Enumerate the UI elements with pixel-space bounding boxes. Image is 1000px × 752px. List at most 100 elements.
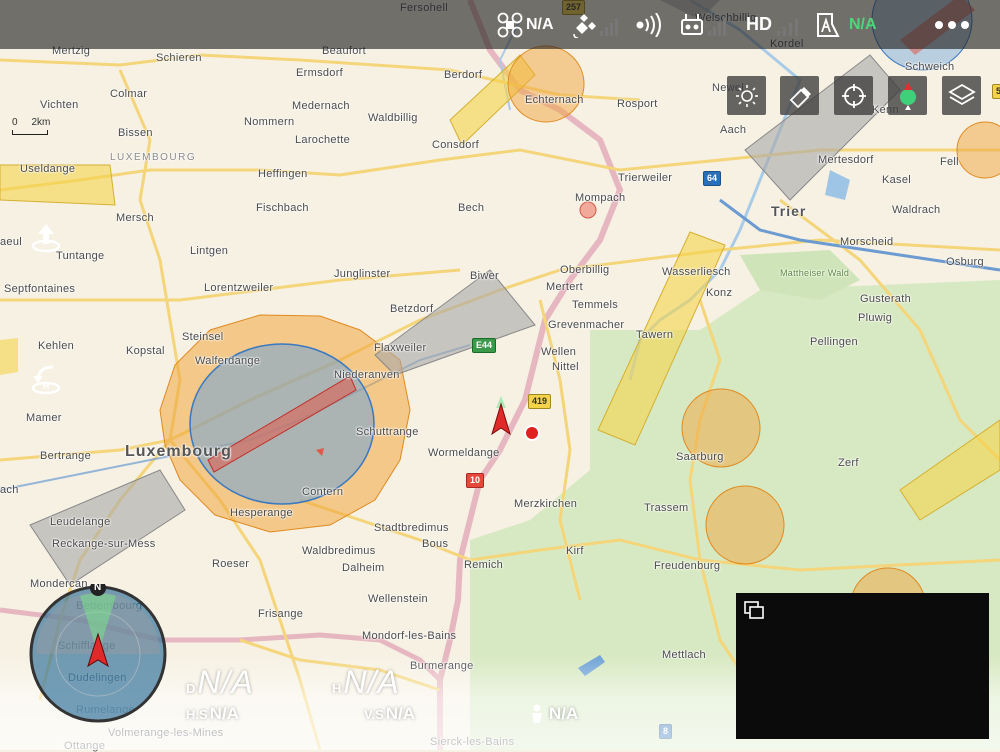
map-place-label: Hesperange (230, 507, 293, 519)
height-label: H (332, 681, 342, 696)
svg-text:H: H (43, 381, 50, 391)
map-place-label: Flaxweiler (374, 342, 427, 354)
map-place-label: ach (0, 484, 19, 496)
switch-view-icon[interactable] (744, 601, 766, 621)
return-home-icon: H (31, 365, 61, 395)
map-place-label: Echternach (525, 94, 584, 106)
map-place-label: Mattheiser Wald (780, 268, 850, 278)
video-signal-bars-icon (777, 18, 798, 36)
map-place-label: LUXEMBOURG (110, 152, 197, 163)
map-place-label: Mertesdorf (818, 154, 874, 166)
map-place-label: Luxembourg (125, 443, 232, 460)
map-place-label: Lintgen (190, 245, 229, 257)
map-place-label: Heffingen (258, 168, 308, 180)
obstacle-sensing[interactable] (634, 0, 664, 49)
map-place-label: Freudenburg (654, 560, 721, 572)
camera-preview-window[interactable] (736, 593, 989, 739)
height-value: N/A (343, 664, 400, 700)
sensor-icon (636, 12, 661, 37)
map-place-label: Saarburg (676, 451, 724, 463)
map-place-label: Schweich (905, 61, 955, 73)
map-place-label: Wellenstein (368, 593, 428, 605)
road-shield: 64 (703, 171, 722, 186)
takeoff-icon (31, 224, 61, 253)
map-place-label: Mersch (116, 212, 154, 224)
map-place-label: Stadtbredimus (374, 522, 449, 534)
map-place-label: Kirf (566, 545, 584, 557)
road-shield: 5 (992, 84, 1000, 99)
map-place-label: Aach (720, 124, 747, 136)
map-place-label: Schieren (156, 52, 202, 64)
map-place-label: Steinsel (182, 331, 224, 343)
more-menu-button[interactable] (934, 0, 970, 49)
map-place-label: Betzdorf (390, 303, 434, 315)
map-place-label: Konz (706, 287, 733, 299)
attitude-radar[interactable]: N (28, 580, 168, 724)
home-point-icon (524, 425, 540, 441)
video-signal[interactable]: HD (746, 0, 803, 49)
map-place-label: Waldbredimus (302, 545, 376, 557)
vspeed-value: N/A (385, 704, 416, 723)
map-place-label: Ermsdorf (296, 67, 344, 79)
map-place-label: Tawern (636, 329, 674, 341)
map-orientation-button[interactable] (888, 76, 927, 115)
map-place-label: Mertert (546, 281, 583, 293)
north-label: N (94, 582, 102, 593)
map-place-label: Nittel (552, 361, 579, 373)
map-place-label: Waldbillig (368, 112, 418, 124)
map-place-label: Bous (422, 538, 449, 550)
vertical-speed-readout: V.S N/A (364, 704, 415, 724)
map-place-label: Septfontaines (4, 283, 76, 295)
map-place-label: Niederanven (334, 369, 400, 381)
map-place-label: Bech (458, 202, 485, 214)
map-place-label: Fell (940, 156, 959, 168)
map-place-label: Rosport (617, 98, 658, 110)
map-place-label: Osburg (946, 256, 984, 268)
controller-icon (681, 13, 726, 36)
road-shield: 419 (528, 394, 552, 409)
map-place-label: Pellingen (810, 336, 858, 348)
sun-icon (735, 84, 758, 107)
clear-flight-path-button[interactable] (780, 76, 819, 115)
aircraft-status[interactable]: N/A (497, 0, 554, 49)
distance-readout: DN/A (186, 664, 254, 701)
battery-status[interactable]: N/A (814, 0, 877, 49)
map-place-label: Reckange-sur-Mess (52, 538, 156, 550)
return-home-button[interactable]: H (27, 360, 65, 398)
map-place-label: Lorentzweiler (204, 282, 274, 294)
map-place-label: Temmels (572, 299, 619, 311)
scale-label: 0 2km (12, 117, 51, 128)
home-distance-readout: N/A (528, 704, 578, 724)
map-place-label: Junglinster (334, 268, 391, 280)
map-place-label: Frisange (258, 608, 304, 620)
drone-icon (497, 12, 523, 37)
map-place-label: Useldange (20, 163, 76, 175)
map-place-label: Pluwig (858, 312, 893, 324)
map-place-label: Wasserliesch (662, 266, 731, 278)
map-place-label: Gusterath (860, 293, 912, 305)
map-place-label: Roeser (212, 558, 250, 570)
map-place-label: Kasel (882, 174, 912, 186)
road-shield: E44 (472, 338, 497, 353)
map-place-label: aeul (0, 236, 22, 248)
more-icon (935, 20, 969, 29)
map-place-label: Mamer (26, 412, 62, 424)
status-bar: N/A HD N/A (0, 0, 1000, 49)
map-place-label: Vichten (40, 99, 79, 111)
map-place-label: Kopstal (126, 345, 165, 357)
map-place-label: Mondorf-les-Bains (362, 630, 457, 642)
map-place-label: Morscheid (840, 236, 894, 248)
remote-controller-signal[interactable] (680, 0, 730, 49)
locate-aircraft-button[interactable] (834, 76, 873, 115)
map-place-label: Bissen (118, 127, 153, 139)
map-brightness-button[interactable] (727, 76, 766, 115)
gps-signal[interactable] (572, 0, 622, 49)
map-place-label: Nommern (244, 116, 295, 128)
map-layers-button[interactable] (942, 76, 981, 115)
distance-value: N/A (197, 664, 254, 700)
map-place-label: Kehlen (38, 340, 75, 352)
takeoff-button[interactable] (27, 218, 65, 256)
map-place-label: Wormeldange (428, 447, 500, 459)
video-quality-text: HD (746, 14, 772, 34)
home-distance-value: N/A (549, 704, 579, 723)
